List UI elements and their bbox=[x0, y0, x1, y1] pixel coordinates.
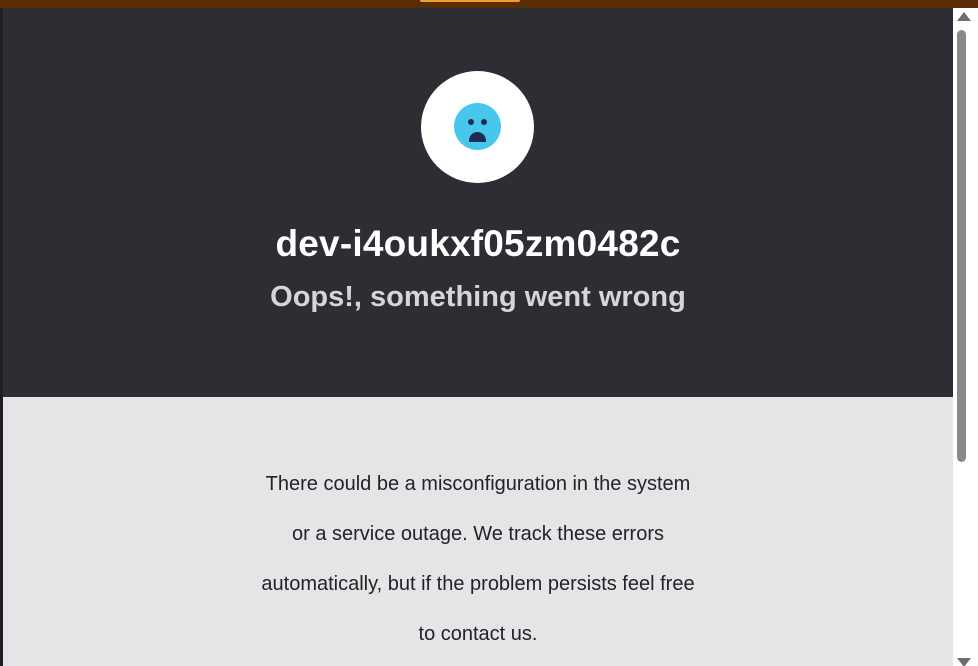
avatar bbox=[421, 71, 534, 183]
top-strip-tab bbox=[420, 0, 520, 2]
top-strip bbox=[0, 0, 978, 8]
error-content: There could be a misconfiguration in the… bbox=[3, 397, 953, 666]
left-eye bbox=[468, 119, 474, 125]
error-page: dev-i4oukxf05zm0482c Oops!, something we… bbox=[0, 0, 978, 666]
error-message: There could be a misconfiguration in the… bbox=[3, 459, 953, 659]
frown-mouth bbox=[469, 132, 486, 142]
vertical-scrollbar[interactable] bbox=[953, 8, 978, 666]
scroll-thumb[interactable] bbox=[957, 30, 966, 462]
right-eye bbox=[481, 119, 487, 125]
message-line: to contact us. bbox=[418, 623, 538, 645]
message-line: There could be a misconfiguration in the… bbox=[265, 473, 691, 495]
error-hero: dev-i4oukxf05zm0482c Oops!, something we… bbox=[3, 8, 953, 397]
message-line: automatically, but if the problem persis… bbox=[261, 573, 695, 595]
scroll-down-arrow-icon[interactable] bbox=[957, 658, 971, 666]
error-subtitle: Oops!, something went wrong bbox=[270, 281, 686, 313]
scroll-up-arrow-icon[interactable] bbox=[957, 12, 971, 21]
sad-face-icon bbox=[454, 103, 501, 150]
tenant-title: dev-i4oukxf05zm0482c bbox=[275, 223, 681, 264]
message-line: or a service outage. We track these erro… bbox=[291, 523, 664, 545]
